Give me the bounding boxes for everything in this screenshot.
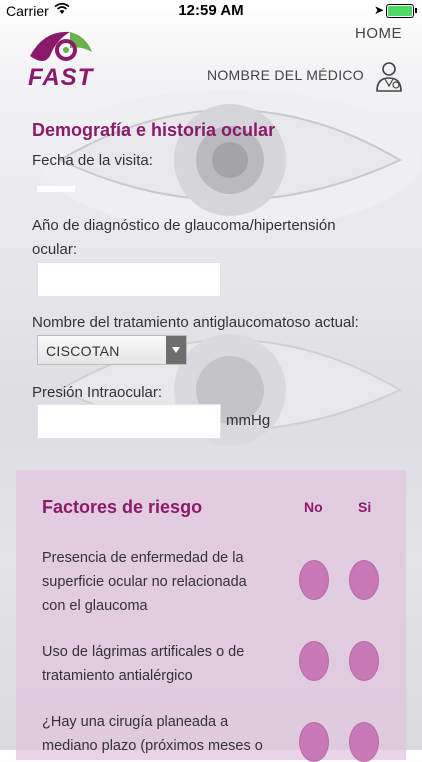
risk-item-2-si-radio[interactable] — [349, 641, 379, 681]
iop-label: Presión Intraocular: — [32, 384, 163, 401]
doctor-name-label[interactable]: NOMBRE DEL MÉDICO — [207, 67, 364, 83]
iop-unit: mmHg — [226, 412, 271, 429]
treatment-select[interactable]: CISCOTAN — [37, 335, 187, 365]
chevron-down-icon[interactable] — [166, 336, 186, 364]
logo-text: FAST — [28, 64, 94, 91]
risk-item-2-no-radio[interactable] — [299, 641, 329, 681]
risk-item-3-si-radio[interactable] — [349, 722, 379, 762]
diagnosis-year-label: Año de diagnóstico de glaucoma/hipertens… — [32, 217, 336, 258]
doctor-icon[interactable] — [374, 60, 404, 92]
column-header-no: No — [304, 499, 323, 515]
treatment-select-value: CISCOTAN — [46, 343, 120, 359]
charging-icon: ➤ — [373, 3, 384, 17]
home-link[interactable]: HOME — [355, 25, 402, 42]
risk-item-1-si-radio[interactable] — [349, 560, 379, 600]
status-bar: Carrier 12:59 AM ➤ — [0, 0, 422, 22]
battery-icon — [386, 4, 417, 18]
diagnosis-year-field[interactable] — [37, 262, 221, 297]
risk-factors-title: Factores de riesgo — [42, 497, 203, 517]
risk-item-text: Uso de lágrimas artificales o de tratami… — [42, 644, 245, 684]
clock: 12:59 AM — [178, 2, 244, 19]
column-header-si: Si — [358, 499, 372, 515]
demographics-section-title: Demografía e historia ocular — [32, 120, 276, 140]
risk-item-1-no-radio[interactable] — [299, 560, 329, 600]
visit-date-label: Fecha de la visita: — [32, 152, 153, 169]
iop-field[interactable] — [37, 404, 221, 439]
risk-item-text: ¿Hay una cirugía planeada a mediano plaz… — [42, 714, 263, 754]
visit-date-field[interactable] — [37, 186, 75, 192]
risk-item-3-no-radio[interactable] — [299, 722, 329, 762]
risk-item-text: Presencia de enfermedad de la superficie… — [42, 550, 247, 614]
treatment-label: Nombre del tratamiento antiglaucomatoso … — [32, 314, 359, 331]
